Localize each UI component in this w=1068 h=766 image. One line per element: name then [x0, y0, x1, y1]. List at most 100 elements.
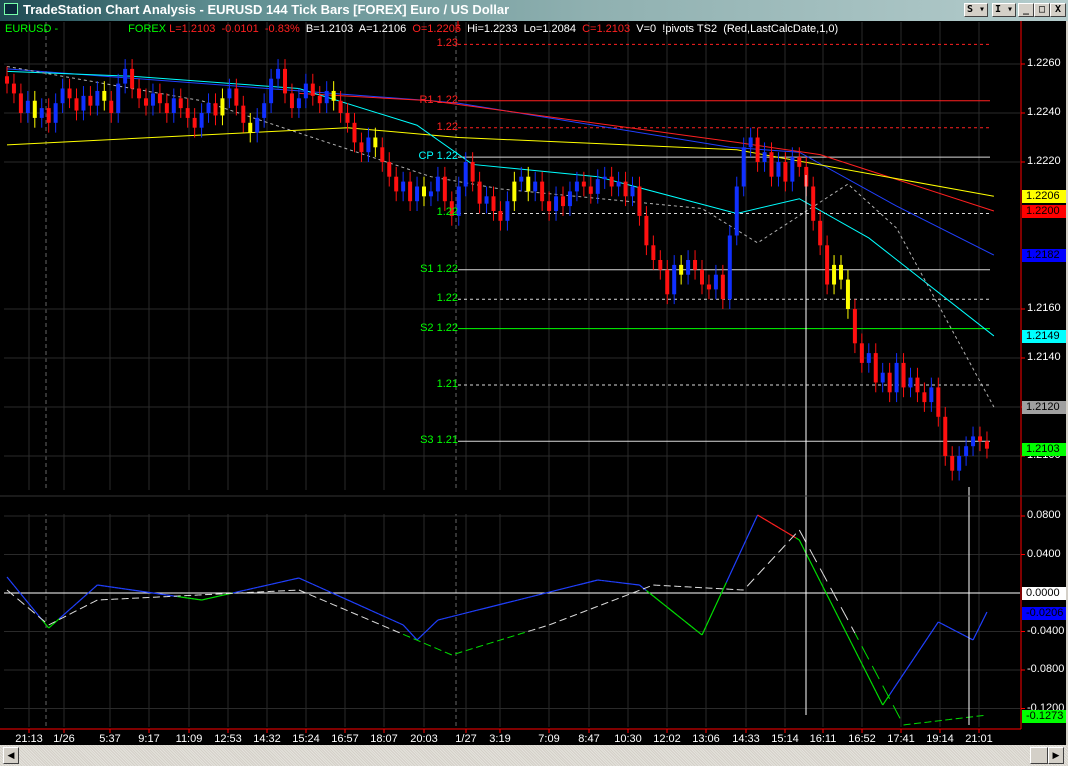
time-label: 10:30: [614, 733, 642, 745]
oscillator-main-segment: [691, 626, 696, 630]
symbol: EURUSD -: [5, 23, 59, 35]
oscillator-main-segment: [208, 597, 213, 600]
oscillator-main-segment: [680, 617, 685, 622]
oscillator-main-segment: [864, 670, 870, 678]
candle-body: [32, 100, 37, 118]
candle-body: [331, 90, 336, 101]
oscillator-main-segment: [871, 684, 877, 692]
oscillator-main-segment: [20, 593, 25, 599]
oscillator-main-segment: [284, 579, 289, 582]
oscillator-main-segment: [718, 589, 724, 598]
oscillator-main-segment: [350, 600, 355, 604]
oscillator-main-segment: [239, 589, 244, 592]
oscillator-signal-segment: [614, 597, 619, 601]
oscillator-main-segment: [774, 524, 779, 529]
candle-body: [150, 93, 155, 106]
oscillator-main-segment: [482, 607, 487, 610]
candle-body: [185, 108, 190, 118]
candle-body: [915, 377, 920, 393]
candle-body: [512, 181, 517, 202]
candle-body: [748, 137, 753, 148]
candle-body: [484, 196, 489, 204]
candle-body: [109, 100, 114, 113]
oscillator-main-segment: [639, 584, 644, 589]
oscillator-signal-segment: [427, 644, 432, 647]
scroll-thumb[interactable]: [1030, 747, 1048, 764]
candle-body: [199, 113, 204, 128]
oscillator-main-segment: [250, 587, 254, 590]
candle-body: [18, 93, 23, 113]
pivot-label: 1.23: [436, 37, 458, 50]
oscillator-main-segment: [264, 584, 268, 587]
oscillator-main-segment: [500, 602, 505, 605]
oscillator-main-segment: [333, 593, 338, 596]
oscillator-main-segment: [771, 522, 776, 526]
oscillator-main-segment: [514, 599, 518, 602]
oscillator-main-segment: [260, 585, 265, 588]
oscillator-main-segment: [354, 602, 359, 606]
oscillator-main-segment: [27, 602, 32, 608]
candle-body: [491, 196, 496, 211]
oscillator-main-segment: [830, 601, 835, 610]
oscillator-main-segment: [475, 609, 480, 612]
oscillator-main-segment: [382, 615, 387, 618]
time-label: 15:14: [771, 733, 799, 745]
candle-body: [53, 103, 58, 123]
oscillator-main-segment: [385, 616, 390, 620]
oscillator-main-segment: [489, 605, 494, 608]
oscillator-main-segment: [882, 699, 887, 706]
oscillator-main-segment: [10, 580, 15, 586]
oscillator-signal-segment: [552, 621, 557, 625]
candle-body: [46, 108, 51, 123]
oscillator-main-segment: [395, 621, 400, 624]
oscillator-main-segment: [698, 631, 703, 636]
oscillator-main-segment: [177, 595, 181, 598]
oscillator-main-segment: [889, 689, 894, 695]
oscillator-signal-segment: [538, 626, 543, 629]
price-tag: 1.2206: [1022, 190, 1066, 204]
oscillator-signal-segment: [489, 641, 494, 644]
oscillator-main-segment: [666, 606, 672, 611]
oscillator-main-segment: [528, 595, 532, 598]
candle-body: [123, 68, 128, 84]
oscillator-main-segment: [736, 552, 741, 561]
oscillator-main-segment: [979, 618, 985, 627]
oscillator-signal-segment: [500, 638, 505, 641]
oscillator-main-segment: [764, 518, 769, 522]
chart-plot[interactable]: [0, 0, 1068, 766]
oscillator-main-segment: [649, 592, 654, 597]
oscillator-signal-segment: [844, 613, 849, 621]
oscillator-signal-segment: [517, 633, 522, 636]
oscillator-main-segment: [673, 612, 679, 617]
oscillator-main-segment: [778, 526, 783, 531]
time-label: 3:19: [489, 733, 511, 745]
candle-body: [832, 264, 837, 285]
oscillator-signal-segment: [896, 711, 901, 719]
oscillator-main-segment: [535, 594, 539, 597]
time-label: 16:11: [809, 733, 837, 745]
candle-body: [25, 100, 30, 113]
candle-body: [957, 456, 962, 471]
oscillator-main-segment: [6, 576, 11, 582]
oscillator-main-segment: [760, 516, 765, 520]
candle-body: [797, 157, 802, 167]
oscillator-signal-segment: [312, 595, 317, 598]
oscillator-main-segment: [982, 611, 988, 620]
time-label: 1/26: [53, 733, 75, 745]
oscillator-main-segment: [118, 587, 122, 590]
price-tag: 1.2103: [1022, 442, 1066, 456]
scroll-right-button[interactable]: ▶: [1048, 747, 1064, 764]
candle-body: [498, 211, 503, 221]
oscillator-main-segment: [138, 590, 143, 593]
oscillator-main-segment: [576, 583, 581, 586]
oscillator-main-segment: [361, 605, 366, 609]
horizontal-scrollbar[interactable]: ◀ ▶: [0, 745, 1068, 766]
candle-body: [408, 181, 413, 202]
oscillator-main-segment: [100, 584, 105, 587]
scroll-left-button[interactable]: ◀: [3, 747, 19, 764]
oscillator-main-segment: [149, 591, 154, 594]
candle-body: [296, 98, 301, 109]
oscillator-main-segment: [166, 594, 171, 597]
candle-body: [845, 279, 850, 309]
candle-body: [130, 68, 135, 89]
